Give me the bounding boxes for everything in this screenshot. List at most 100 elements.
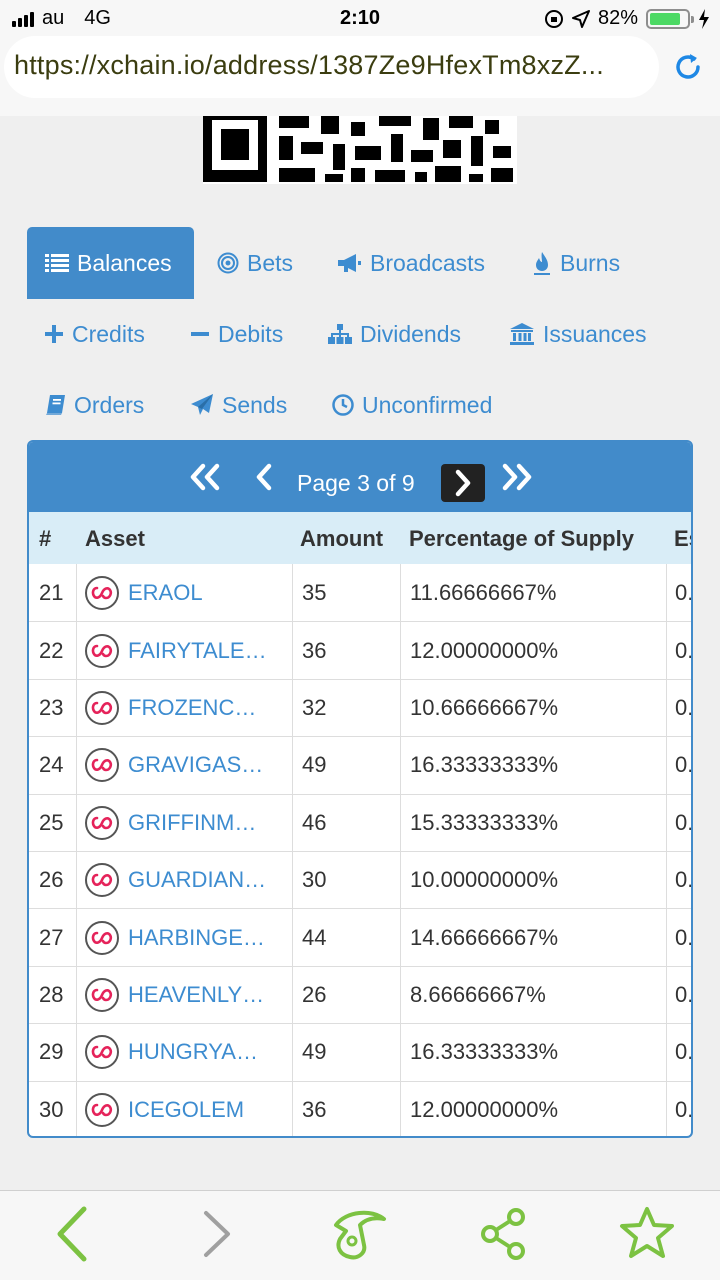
percentage-cell: 16.33333333% <box>400 1024 666 1081</box>
tab-debits[interactable]: Debits <box>190 314 283 354</box>
asset-link[interactable]: HUNGRYA… <box>128 1039 258 1065</box>
star-icon[interactable] <box>618 1205 676 1261</box>
amount-cell: 49 <box>292 1024 400 1081</box>
status-bar: au 4G 2:10 82% <box>0 0 720 36</box>
amount-cell: 36 <box>292 622 400 679</box>
tab-dividends[interactable]: Dividends <box>328 314 461 354</box>
target-icon <box>217 252 239 274</box>
row-number: 30 <box>39 1096 64 1122</box>
estimated-cell: 0. <box>666 1024 691 1081</box>
tab-bets[interactable]: Bets <box>217 243 293 283</box>
battery-percent: 82% <box>597 7 638 29</box>
table-row: 23 FROZENC… 32 10.66666667% 0. <box>29 678 691 737</box>
table-row: 26 GUARDIAN… 30 10.00000000% 0. <box>29 850 691 909</box>
asset-logo-icon <box>85 748 119 783</box>
bank-icon <box>510 323 534 345</box>
row-number: 26 <box>39 867 64 893</box>
row-number: 27 <box>39 924 64 950</box>
asset-link[interactable]: HEAVENLY… <box>128 982 264 1008</box>
asset-link[interactable]: FROZENC… <box>128 695 256 721</box>
table-row: 21 ERAOL 35 11.66666667% 0. <box>29 564 691 622</box>
tab-issuances-label: Issuances <box>543 320 647 347</box>
asset-logo-icon <box>85 863 119 898</box>
asset-cell: GUARDIAN… <box>76 851 292 909</box>
table-row: 24 GRAVIGAS… 49 16.33333333% 0. <box>29 736 691 794</box>
first-page-icon[interactable] <box>187 462 223 492</box>
tab-debits-label: Debits <box>218 320 284 347</box>
tab-unconfirmed[interactable]: Unconfirmed <box>332 385 492 425</box>
orientation-lock-icon <box>544 9 563 28</box>
estimated-cell: 0. <box>666 622 691 679</box>
tab-orders-label: Orders <box>74 391 145 418</box>
location-icon <box>571 9 590 28</box>
amount-cell: 35 <box>292 564 400 622</box>
pagination-bar: Page 3 of 9 <box>29 442 691 512</box>
amount-cell: 44 <box>292 909 400 966</box>
fire-icon <box>534 252 550 275</box>
percentage-cell: 12.00000000% <box>400 622 666 679</box>
percentage-cell: 11.66666667% <box>400 564 666 622</box>
tab-sends-label: Sends <box>222 391 288 418</box>
tab-dividends-label: Dividends <box>360 320 461 347</box>
estimated-cell: 0. <box>666 679 691 737</box>
row-number: 23 <box>39 694 64 720</box>
row-number: 21 <box>39 579 64 605</box>
tab-burns-label: Burns <box>560 249 621 276</box>
asset-link[interactable]: GUARDIAN… <box>128 867 266 893</box>
amount-cell: 36 <box>292 1081 400 1136</box>
book-icon <box>46 395 65 415</box>
percentage-cell: 10.00000000% <box>400 851 666 909</box>
tab-burns[interactable]: Burns <box>532 243 620 283</box>
previous-page-icon[interactable] <box>253 462 275 492</box>
tab-orders[interactable]: Orders <box>46 385 144 425</box>
amount-cell: 32 <box>292 679 400 737</box>
table-row: 30 ICEGOLEM 36 12.00000000% 0. <box>29 1080 691 1136</box>
asset-link[interactable]: HARBINGE… <box>128 925 265 951</box>
percentage-cell: 10.66666667% <box>400 679 666 737</box>
next-page-button[interactable] <box>441 464 485 502</box>
tab-credits[interactable]: Credits <box>44 314 145 354</box>
tab-balances[interactable]: Balances <box>27 227 194 299</box>
battery-icon <box>646 8 694 29</box>
estimated-cell: 0. <box>666 794 691 851</box>
last-page-icon[interactable] <box>499 462 535 492</box>
chevron-right-icon <box>455 469 471 497</box>
forward-arrow-icon[interactable] <box>198 1205 238 1263</box>
table-row: 25 GRIFFINM… 46 15.33333333% 0. <box>29 793 691 851</box>
asset-cell: GRAVIGAS… <box>76 737 292 794</box>
asset-link[interactable]: ERAOL <box>128 580 203 606</box>
asset-link[interactable]: GRAVIGAS… <box>128 752 263 778</box>
asset-logo-icon <box>85 633 119 668</box>
tab-issuances[interactable]: Issuances <box>509 314 647 354</box>
asset-logo-icon <box>85 575 119 610</box>
percentage-cell: 14.66666667% <box>400 909 666 966</box>
paper-plane-icon <box>191 394 213 415</box>
tab-broadcasts-label: Broadcasts <box>370 249 486 276</box>
asset-cell: HARBINGE… <box>76 909 292 966</box>
table-row: 29 HUNGRYA… 49 16.33333333% 0. <box>29 1023 691 1081</box>
amount-cell: 26 <box>292 966 400 1024</box>
estimated-cell: 0. <box>666 1081 691 1136</box>
tab-bets-label: Bets <box>247 249 294 276</box>
asset-cell: GRIFFINM… <box>76 794 292 851</box>
browser-toolbar <box>0 1190 720 1280</box>
table-row: 28 HEAVENLY… 26 8.66666667% 0. <box>29 965 691 1024</box>
header-percentage: Percentage of Supply <box>409 526 634 551</box>
dolphin-icon[interactable] <box>328 1203 390 1265</box>
tab-broadcasts[interactable]: Broadcasts <box>336 243 485 283</box>
estimated-cell: 0. <box>666 966 691 1024</box>
asset-link[interactable]: ICEGOLEM <box>128 1097 244 1123</box>
asset-link[interactable]: FAIRYTALE… <box>128 638 267 664</box>
share-icon[interactable] <box>478 1207 528 1261</box>
reload-icon[interactable] <box>670 49 706 85</box>
back-arrow-icon[interactable] <box>52 1205 92 1263</box>
amount-cell: 30 <box>292 851 400 909</box>
row-number: 22 <box>39 637 64 663</box>
asset-cell: HUNGRYA… <box>76 1024 292 1081</box>
asset-logo-icon <box>85 690 119 725</box>
asset-link[interactable]: GRIFFINM… <box>128 810 256 836</box>
url-field[interactable]: https://xchain.io/address/1387Ze9HfexTm8… <box>4 36 659 98</box>
tab-sends[interactable]: Sends <box>190 385 287 425</box>
asset-cell: HEAVENLY… <box>76 966 292 1024</box>
asset-logo-icon <box>85 1092 119 1127</box>
